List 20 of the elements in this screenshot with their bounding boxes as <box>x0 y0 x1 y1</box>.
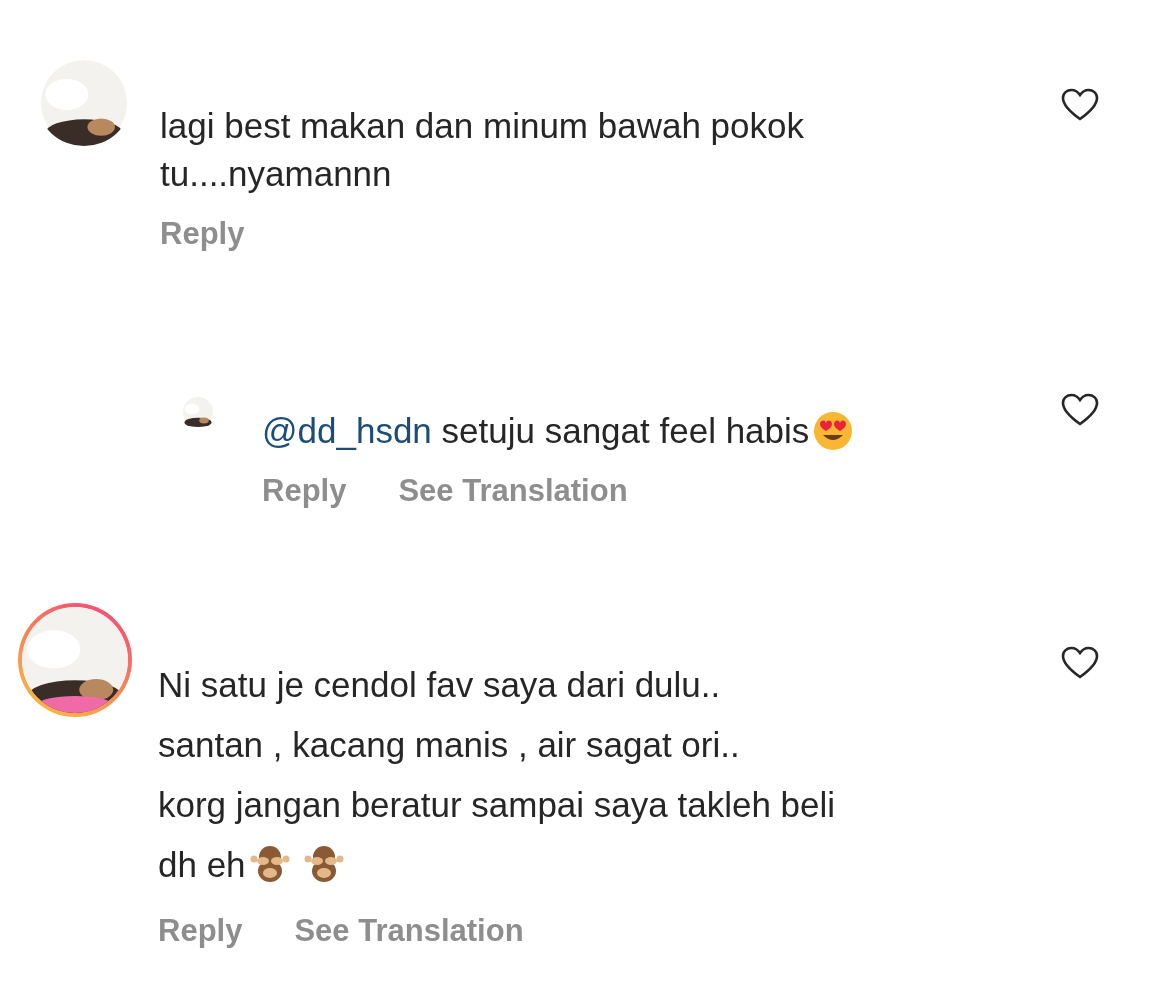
reply-link[interactable]: Reply <box>262 469 347 513</box>
see-translation-link[interactable]: See Translation <box>294 909 524 953</box>
comment-text: santan , kacang manis , air sagat ori.. <box>158 724 740 766</box>
heart-icon[interactable] <box>1061 393 1099 427</box>
comment-text: tu....nyamannn <box>160 153 392 195</box>
heart-icon[interactable] <box>1061 646 1099 680</box>
comment-text: lagi best makan dan minum bawah pokok <box>160 105 804 147</box>
comment-text: Ni satu je cendol fav saya dari dulu.. <box>158 664 721 706</box>
heart-icon[interactable] <box>1061 88 1099 122</box>
monkey-covering-eyes-icon <box>249 845 290 885</box>
comment-text: korg jangan beratur sampai saya takleh beli <box>158 784 836 826</box>
reply-link[interactable]: Reply <box>160 212 245 256</box>
avatar[interactable] <box>38 60 130 146</box>
comment-text: dh eh <box>158 844 246 886</box>
monkey-covering-eyes-icon <box>303 845 344 885</box>
heart-eyes-face-icon <box>813 411 854 451</box>
reply-link[interactable]: Reply <box>158 909 243 953</box>
see-translation-link[interactable]: See Translation <box>398 469 628 513</box>
mention-link[interactable]: @dd_hsdn <box>262 407 432 455</box>
comment-text: setuju sangat feel habis <box>440 410 810 452</box>
